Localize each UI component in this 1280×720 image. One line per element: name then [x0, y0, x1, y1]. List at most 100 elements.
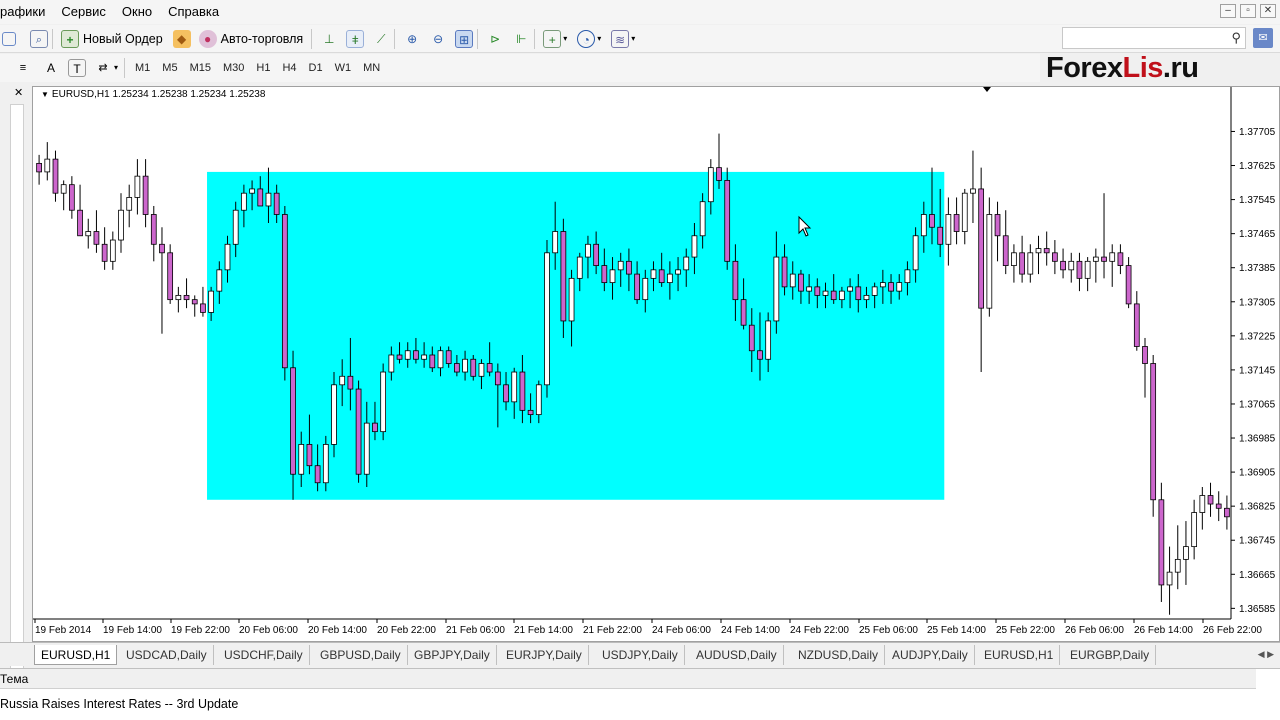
templates-icon[interactable]: ≋ [611, 29, 630, 48]
restore-button[interactable]: ▫ [1240, 4, 1256, 18]
chart-window[interactable]: 1.37705 1.37625 1.37545 1.37465 1.37385 1.373… [32, 86, 1280, 642]
new-order-button[interactable]: + Новый Ордер [57, 27, 167, 51]
chevron-down-icon[interactable]: ▾ [561, 30, 569, 48]
price-tick-label: 1.37145 [1239, 365, 1276, 376]
tab-gbpjpy-daily[interactable]: GBPJPY,Daily [408, 645, 497, 665]
news-column-header[interactable]: Тема [0, 669, 1256, 689]
time-tick-label: 20 Feb 14:00 [308, 625, 367, 636]
timeframe-m1[interactable]: M1 [129, 57, 156, 79]
candle-body [707, 167, 714, 203]
menu-charts[interactable]: рафики [0, 0, 53, 24]
chevron-down-icon[interactable]: ▾ [595, 30, 603, 48]
price-tick-label: 1.36585 [1239, 604, 1276, 615]
close-icon[interactable]: ✕ [14, 86, 23, 99]
timeframe-m5[interactable]: M5 [156, 57, 183, 79]
tab-nzdusd-daily[interactable]: NZDUSD,Daily [792, 645, 886, 665]
candlestick-chart-icon[interactable]: ǂ [346, 29, 365, 48]
candle-body [1158, 499, 1165, 586]
tab-usdcad-daily[interactable]: USDCAD,Daily [120, 645, 214, 665]
zoom-in-icon[interactable]: ⊕ [403, 30, 421, 48]
candle-body [511, 371, 518, 403]
tab-usdjpy-daily[interactable]: USDJPY,Daily [596, 645, 685, 665]
chevron-down-icon[interactable]: ▾ [629, 30, 637, 48]
tab-eurusd-h1[interactable]: EURUSD,H1 [978, 645, 1061, 665]
tab-scroll-arrows-icon[interactable]: ◀ ▶ [1258, 649, 1274, 660]
candle-body [183, 294, 190, 301]
arrows-icon[interactable]: ⇄ [94, 59, 112, 77]
news-row[interactable]: Russia Raises Interest Rates -- 3rd Upda… [0, 697, 238, 711]
candle-body [494, 371, 501, 386]
timeframe-mn[interactable]: MN [357, 57, 386, 79]
candle-body [716, 167, 722, 181]
time-tick-label: 20 Feb 22:00 [377, 625, 436, 636]
text-box-icon[interactable]: T [68, 59, 86, 77]
tab-usdchf-daily[interactable]: USDCHF,Daily [218, 645, 310, 665]
candle-body [593, 243, 599, 266]
candle-body [224, 243, 231, 271]
tab-audusd-daily[interactable]: AUDUSD,Daily [690, 645, 784, 665]
chart-shift-icon[interactable]: ⊳ [486, 30, 504, 48]
candle-body [658, 269, 665, 284]
tab-eurgbp-daily[interactable]: EURGBP,Daily [1064, 645, 1157, 665]
candle-body [503, 384, 509, 403]
text-label-icon[interactable]: A [42, 59, 60, 77]
candle-body [60, 184, 67, 194]
price-chart[interactable]: 1.37705 1.37625 1.37545 1.37465 1.37385 1.373… [33, 87, 1279, 641]
candle-body [429, 354, 436, 369]
time-tick-label: 19 Feb 22:00 [171, 625, 230, 636]
new-order-icon: + [61, 29, 79, 48]
timeframe-m30[interactable]: M30 [217, 57, 250, 79]
bar-chart-icon[interactable]: ⊥ [320, 30, 338, 48]
time-tick-label: 19 Feb 2014 [35, 625, 92, 636]
tab-eurjpy-daily[interactable]: EURJPY,Daily [500, 645, 589, 665]
candle-body [44, 158, 51, 173]
chart-menu-triangle-icon[interactable]: ▼ [41, 90, 49, 99]
line-chart-icon[interactable]: ⟋ [372, 30, 390, 48]
timeframe-d1[interactable]: D1 [303, 57, 329, 79]
candle-body [322, 444, 329, 484]
periods-icon[interactable]: ◔ [577, 29, 596, 48]
minimize-button[interactable]: – [1220, 4, 1236, 18]
indicators-icon[interactable]: + [543, 29, 562, 48]
close-button[interactable]: ✕ [1260, 4, 1276, 18]
candle-body [683, 256, 690, 271]
candle-body [241, 192, 247, 211]
menu-service[interactable]: Сервис [53, 0, 114, 24]
timeframe-h1[interactable]: H1 [250, 57, 276, 79]
menu-help[interactable]: Справка [160, 0, 227, 24]
search-input[interactable]: ⚲ [1062, 27, 1246, 49]
horizontal-line-icon[interactable]: ≡ [14, 59, 32, 77]
timeframe-m15[interactable]: M15 [184, 57, 217, 79]
chevron-down-icon[interactable]: ▾ [112, 59, 120, 77]
candle-body [986, 214, 993, 309]
candle-body [1060, 260, 1066, 271]
autotrade-button[interactable]: ● Авто-торговля [195, 27, 308, 51]
menu-window[interactable]: Окно [114, 0, 160, 24]
candle-body [101, 243, 108, 262]
tab-audjpy-daily[interactable]: AUDJPY,Daily [886, 645, 975, 665]
time-tick-label: 25 Feb 06:00 [859, 625, 918, 636]
price-tick-label: 1.37625 [1239, 161, 1276, 172]
search-icon[interactable]: ⚲ [1231, 30, 1241, 46]
candle-body [1174, 558, 1181, 573]
tab-eurusd-h1[interactable]: EURUSD,H1 [34, 645, 118, 665]
candle-body [347, 375, 354, 390]
new-order-label: Новый Ордер [83, 31, 163, 46]
tab-gbpusd-daily[interactable]: GBPUSD,Daily [314, 645, 408, 665]
zoom-out-icon[interactable]: ⊖ [429, 30, 447, 48]
navigator-scrollbar[interactable] [10, 104, 24, 720]
market-watch-icon[interactable]: ◆ [172, 29, 191, 48]
mailbox-icon[interactable]: ✉ [1253, 28, 1273, 48]
candle-body [773, 256, 780, 322]
panel-icon[interactable] [2, 31, 16, 46]
zoom-window-icon[interactable]: ⌕ [30, 29, 48, 48]
timeframe-h4[interactable]: H4 [276, 57, 302, 79]
autoscroll-icon[interactable]: ⊩ [512, 30, 530, 48]
candle-body [617, 260, 624, 271]
candle-body [888, 282, 894, 292]
candle-body [896, 282, 903, 292]
tile-windows-icon[interactable]: ⊞ [455, 29, 474, 48]
news-row-subject: Russia Raises Interest Rates -- 3rd Upda… [0, 697, 239, 711]
timeframe-w1[interactable]: W1 [329, 57, 358, 79]
toolbar-separator [124, 58, 125, 78]
